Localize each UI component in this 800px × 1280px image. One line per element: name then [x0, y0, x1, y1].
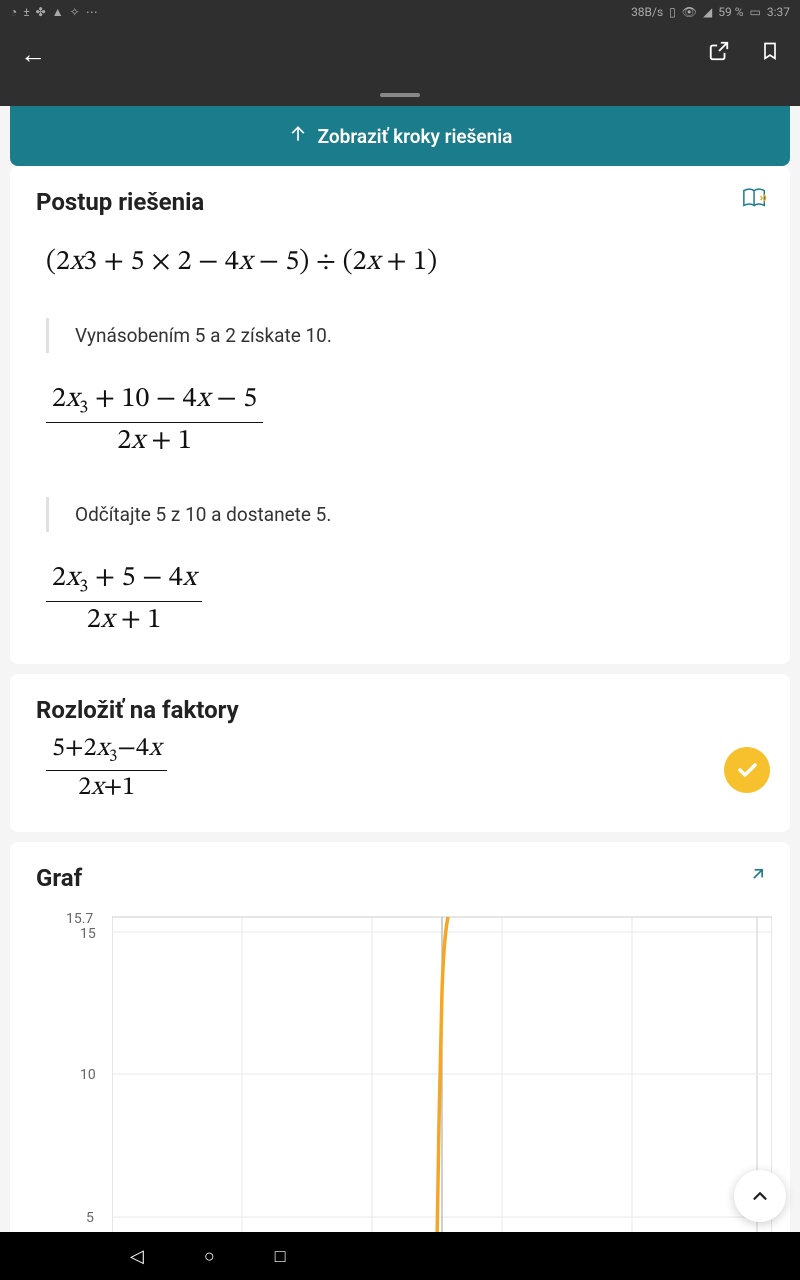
ytick-15: 15: [80, 926, 96, 942]
drag-handle-row[interactable]: [0, 84, 800, 106]
status-bar: ◔ ± ✤ ▲ ✧ ⋯ 38B/s ▯ 👁 ◢ 59 % ▭ 3:37: [0, 0, 800, 24]
expression-2: 2x3 + 10 − 4x − 5 2x + 1: [46, 383, 764, 459]
share-icon[interactable]: [708, 40, 730, 68]
status-icon-2: ±: [23, 5, 29, 19]
bookmark-icon[interactable]: [760, 40, 780, 68]
app-bar: ←: [0, 24, 800, 84]
chart-svg: [112, 912, 772, 1242]
ytick-10: 10: [80, 1067, 96, 1083]
clock: 3:37: [767, 5, 790, 19]
nav-recent-icon[interactable]: □: [275, 1246, 286, 1267]
status-right: 38B/s ▯ 👁 ◢ 59 % ▭ 3:37: [631, 5, 790, 19]
android-nav-bar: ◁ ○ □: [0, 1232, 800, 1280]
factor-expression: 5+2x3−4x 2x+1: [46, 734, 764, 805]
eye-icon: 👁: [682, 5, 697, 19]
factor-card: Rozložiť na faktory 5+2x3−4x 2x+1: [10, 674, 790, 833]
show-steps-button[interactable]: Zobraziť kroky riešenia: [10, 106, 790, 166]
graph-plot-area[interactable]: 15.7 15 10 5: [36, 912, 764, 1242]
arrow-up-icon: [288, 124, 308, 149]
status-icon-more: ⋯: [86, 5, 98, 19]
factor-title: Rozložiť na faktory: [36, 696, 764, 724]
nav-home-icon[interactable]: ○: [204, 1246, 215, 1267]
read-aloud-icon[interactable]: [742, 186, 768, 210]
step-2-note: Odčítajte 5 z 10 a dostanete 5.: [46, 497, 764, 532]
solution-steps-title: Postup riešenia: [36, 188, 764, 216]
expression-1: (2x3 + 5 × 2 − 4x − 5) ÷ (2x + 1): [46, 246, 764, 280]
wifi-icon: ◢: [703, 5, 712, 19]
scroll-up-fab[interactable]: [734, 1170, 786, 1222]
status-icon-5: ✧: [70, 5, 80, 19]
solution-steps-card: Postup riešenia (2x3 + 5 × 2 − 4x − 5) ÷…: [10, 166, 790, 664]
network-speed: 38B/s: [631, 5, 663, 19]
confirm-check-button[interactable]: [724, 747, 770, 793]
battery-icon: ▭: [750, 5, 761, 19]
vibrate-icon: ▯: [669, 5, 676, 19]
drag-handle: [380, 93, 420, 97]
ytick-15-7: 15.7: [66, 911, 93, 927]
expression-3: 2x3 + 5 − 4x 2x + 1: [46, 562, 764, 638]
status-icon-3: ✤: [36, 5, 46, 19]
graph-card: Graf 15.7 15 10 5: [10, 842, 790, 1242]
battery-percent: 59 %: [718, 5, 743, 19]
status-icon-1: ◔: [10, 5, 17, 19]
expand-icon[interactable]: [748, 864, 768, 889]
nav-back-icon[interactable]: ◁: [130, 1246, 144, 1267]
step-1-note: Vynásobením 5 a 2 získate 10.: [46, 318, 764, 353]
show-steps-label: Zobraziť kroky riešenia: [318, 125, 513, 148]
back-arrow-icon[interactable]: ←: [20, 39, 46, 70]
status-icon-4: ▲: [52, 5, 64, 19]
graph-title: Graf: [36, 864, 764, 892]
status-left: ◔ ± ✤ ▲ ✧ ⋯: [10, 5, 98, 19]
ytick-5: 5: [86, 1210, 94, 1226]
